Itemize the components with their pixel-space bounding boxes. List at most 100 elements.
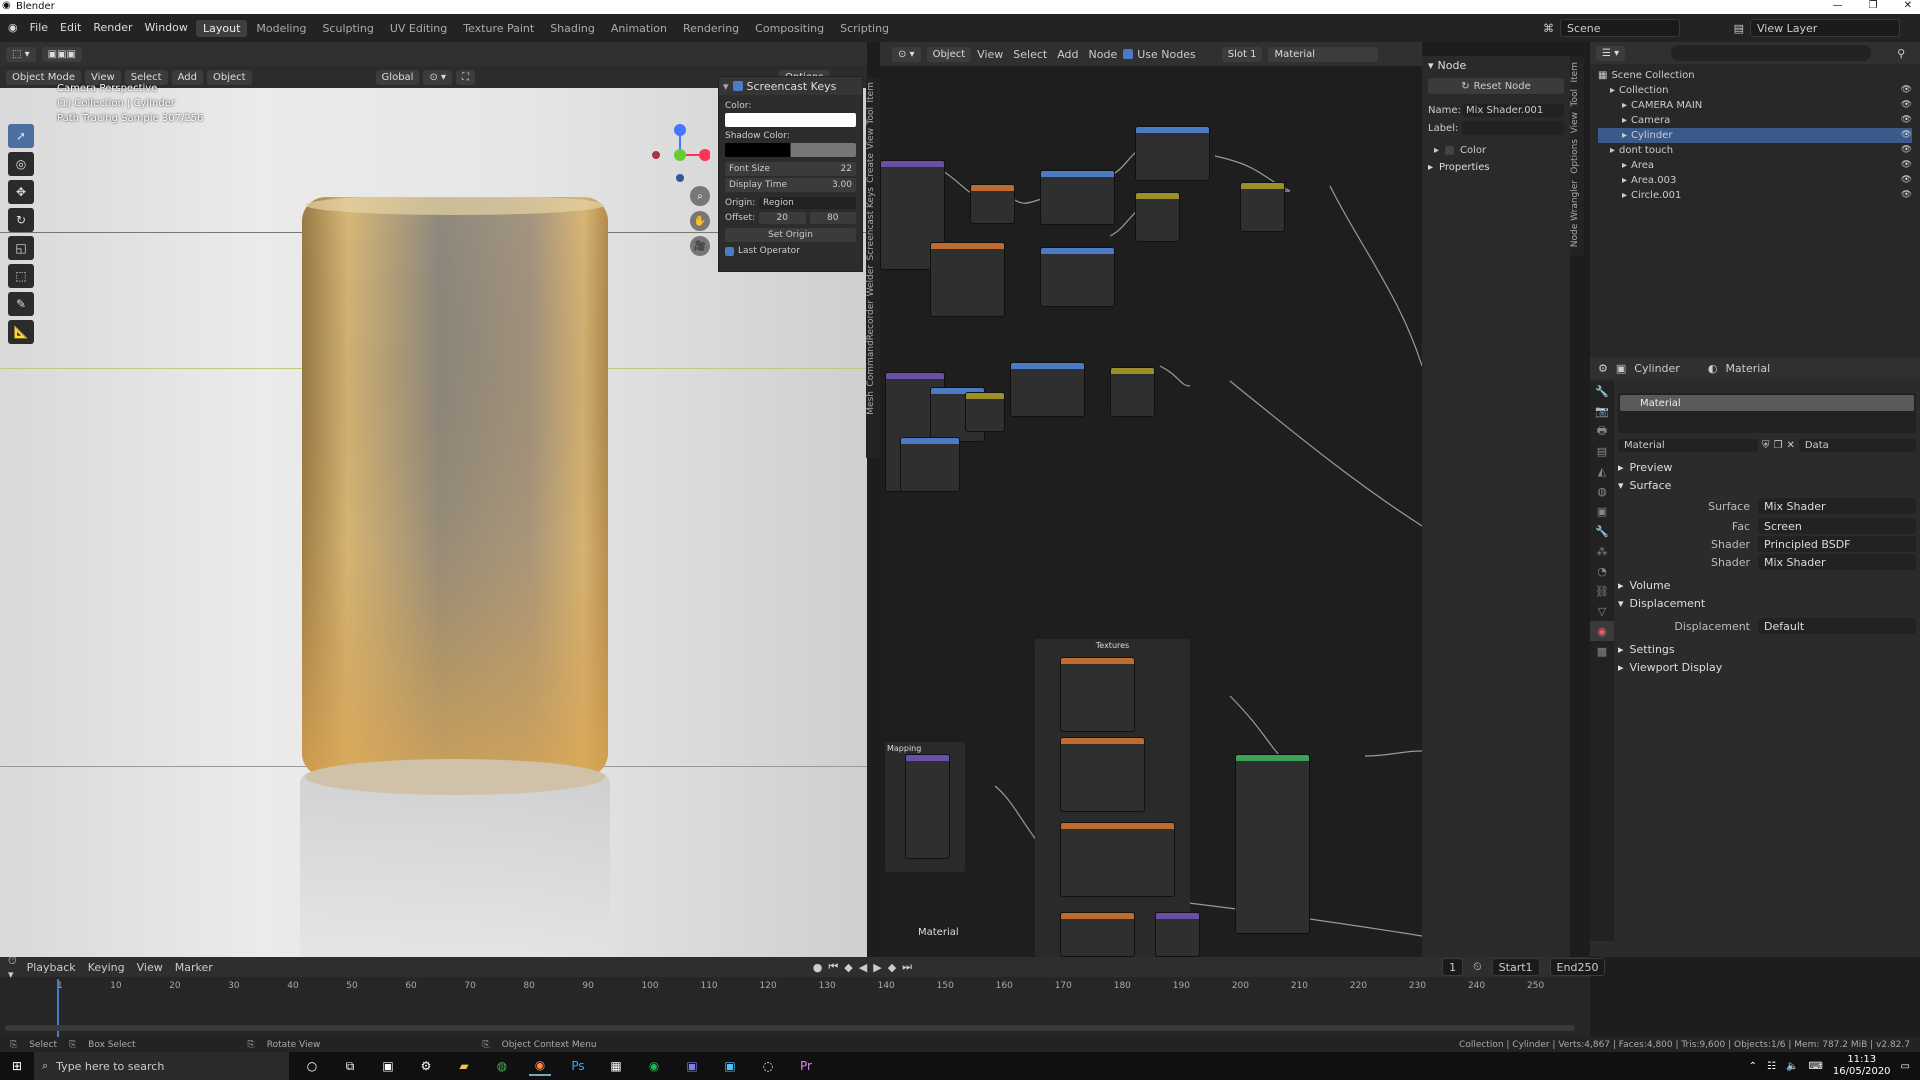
- displacement-field[interactable]: Default: [1758, 618, 1916, 634]
- collapse-icon[interactable]: ▾: [1428, 59, 1434, 72]
- outliner-row[interactable]: ▸ Area.003 👁: [1598, 173, 1912, 188]
- timeline-menu-keying[interactable]: Keying: [88, 961, 125, 974]
- tab-shading[interactable]: Shading: [543, 20, 602, 37]
- outliner-row[interactable]: ▸ Cylinder 👁: [1598, 128, 1912, 143]
- tab-layout[interactable]: Layout: [196, 20, 248, 37]
- node-menu-view[interactable]: View: [977, 48, 1003, 61]
- viewport-display-section[interactable]: ▸ Viewport Display: [1618, 661, 1722, 674]
- scene-field[interactable]: Scene: [1560, 19, 1680, 37]
- calculator-icon[interactable]: ▦: [605, 1056, 627, 1076]
- node-label-field[interactable]: [1462, 121, 1564, 135]
- zoom-icon[interactable]: ⌕: [690, 186, 710, 206]
- editor-type-button[interactable]: ⬚ ▾: [6, 46, 36, 62]
- camera-view-icon[interactable]: 🎥: [690, 236, 710, 256]
- transform-orientation-dropdown[interactable]: Global: [375, 69, 420, 85]
- tab-texture-paint[interactable]: Texture Paint: [456, 20, 541, 37]
- current-frame-field[interactable]: 1: [1442, 958, 1464, 976]
- node-tab-item[interactable]: Item: [1570, 62, 1580, 83]
- material-name-field[interactable]: Material: [1618, 439, 1758, 452]
- node-tab-tool[interactable]: Tool: [1570, 89, 1580, 106]
- volume-section[interactable]: ▸ Volume: [1618, 579, 1670, 592]
- tab-scripting[interactable]: Scripting: [833, 20, 896, 37]
- node-menu-select[interactable]: Select: [1013, 48, 1047, 61]
- expand-icon[interactable]: ▸: [1622, 158, 1627, 173]
- image-texture-node[interactable]: [1060, 822, 1175, 897]
- expand-icon[interactable]: ▸: [1622, 173, 1627, 188]
- viewport-menu-object[interactable]: Object: [206, 69, 252, 85]
- sidebar-tab-welder[interactable]: Welder: [866, 265, 876, 296]
- sidebar-tab-view[interactable]: View: [866, 128, 876, 149]
- shader-node-editor[interactable]: ⊙ ▾ Object View Select Add Node Use Nodes S…: [880, 42, 1422, 957]
- menu-file[interactable]: File: [30, 21, 48, 34]
- scene-collection-row[interactable]: ▦ Scene Collection: [1598, 68, 1912, 83]
- record-icon[interactable]: ●: [813, 961, 823, 974]
- app3-icon[interactable]: ◌: [757, 1056, 779, 1076]
- node[interactable]: [1240, 182, 1285, 232]
- blender-taskbar-icon[interactable]: ◉: [529, 1056, 551, 1076]
- reset-node-button[interactable]: ↻ Reset Node: [1428, 78, 1564, 94]
- tool-tab-icon[interactable]: 🔧: [1590, 381, 1614, 401]
- sidebar-tab-create[interactable]: Create: [866, 153, 876, 183]
- node-name-field[interactable]: Mix Shader.001: [1462, 104, 1564, 117]
- visibility-icon[interactable]: 👁: [1901, 158, 1912, 173]
- outliner-type-icon[interactable]: ☰ ▾: [1596, 45, 1626, 61]
- modifier-tab-icon[interactable]: 🔧: [1590, 521, 1614, 541]
- outliner-row[interactable]: ▸ CAMERA MAIN 👁: [1598, 98, 1912, 113]
- navigation-gizmo[interactable]: [650, 120, 710, 190]
- close-icon[interactable]: ✕: [1904, 0, 1912, 11]
- sidebar-tab-commandrecorder[interactable]: CommandRecorder: [866, 300, 876, 387]
- render-tab-icon[interactable]: 📷: [1590, 401, 1614, 421]
- use-nodes-toggle[interactable]: Use Nodes: [1123, 48, 1196, 61]
- play-reverse-icon[interactable]: ◀: [859, 961, 867, 974]
- premiere-icon[interactable]: Pr: [795, 1056, 817, 1076]
- material-selector[interactable]: Material: [1268, 46, 1379, 62]
- node-menu-node[interactable]: Node: [1089, 48, 1118, 61]
- expand-icon[interactable]: ▸: [1622, 188, 1627, 203]
- sidebar-tab-mesh[interactable]: Mesh: [866, 391, 876, 415]
- visibility-icon[interactable]: 👁: [1901, 83, 1912, 98]
- select-tool-icon[interactable]: ➚: [8, 124, 34, 148]
- physics-tab-icon[interactable]: ◔: [1590, 561, 1614, 581]
- node-tab-node-wrangler[interactable]: Node Wrangler: [1570, 180, 1580, 247]
- node-menu-add[interactable]: Add: [1057, 48, 1078, 61]
- expand-icon[interactable]: ▸: [1622, 98, 1627, 113]
- node[interactable]: [1155, 912, 1200, 957]
- measure-tool-icon[interactable]: 📐: [8, 320, 34, 344]
- timeline-menu-playback[interactable]: Playback: [27, 961, 76, 974]
- shadow-color-swatch[interactable]: [725, 143, 856, 157]
- file-explorer-icon[interactable]: ▰: [453, 1056, 475, 1076]
- tray-up-icon[interactable]: ⌃: [1749, 1061, 1757, 1072]
- outliner-row[interactable]: ▸ Collection 👁: [1598, 83, 1912, 98]
- node[interactable]: [1135, 126, 1210, 181]
- view-layer-tab-icon[interactable]: ▤: [1590, 441, 1614, 461]
- tab-rendering[interactable]: Rendering: [676, 20, 746, 37]
- sidebar-tab-screencast-keys[interactable]: Screencast Keys: [866, 187, 876, 261]
- screencast-enable-checkbox[interactable]: [732, 81, 743, 91]
- principled-bsdf-node[interactable]: [1235, 754, 1310, 934]
- node[interactable]: [1010, 362, 1085, 417]
- spotify-icon[interactable]: ◉: [643, 1056, 665, 1076]
- settings-section[interactable]: ▸ Settings: [1618, 643, 1675, 656]
- rotate-tool-icon[interactable]: ↻: [8, 208, 34, 232]
- fake-user-icon[interactable]: ⛨: [1762, 440, 1770, 451]
- preview-section[interactable]: ▸ Preview: [1618, 461, 1672, 474]
- minimize-icon[interactable]: —: [1833, 0, 1843, 11]
- menu-window[interactable]: Window: [145, 21, 188, 34]
- preview-range-icon[interactable]: ⏲: [1473, 960, 1482, 974]
- snap-icon[interactable]: ⛶: [456, 69, 476, 85]
- visibility-icon[interactable]: 👁: [1901, 98, 1912, 113]
- menu-edit[interactable]: Edit: [60, 21, 81, 34]
- prev-keyframe-icon[interactable]: ◆: [844, 961, 852, 974]
- transform-tool-icon[interactable]: ⬚: [8, 264, 34, 288]
- set-origin-button[interactable]: Set Origin: [725, 228, 856, 242]
- node-tab-options[interactable]: Options: [1570, 139, 1580, 174]
- object-dropdown[interactable]: Object: [926, 46, 972, 62]
- menu-render[interactable]: Render: [93, 21, 132, 34]
- constraints-tab-icon[interactable]: ⛓: [1590, 581, 1614, 601]
- jump-end-icon[interactable]: ⏭: [902, 960, 912, 974]
- world-tab-icon[interactable]: ◍: [1590, 481, 1614, 501]
- node[interactable]: [1040, 170, 1115, 225]
- visibility-icon[interactable]: 👁: [1901, 188, 1912, 203]
- tab-uv-editing[interactable]: UV Editing: [383, 20, 454, 37]
- node[interactable]: [930, 242, 1005, 317]
